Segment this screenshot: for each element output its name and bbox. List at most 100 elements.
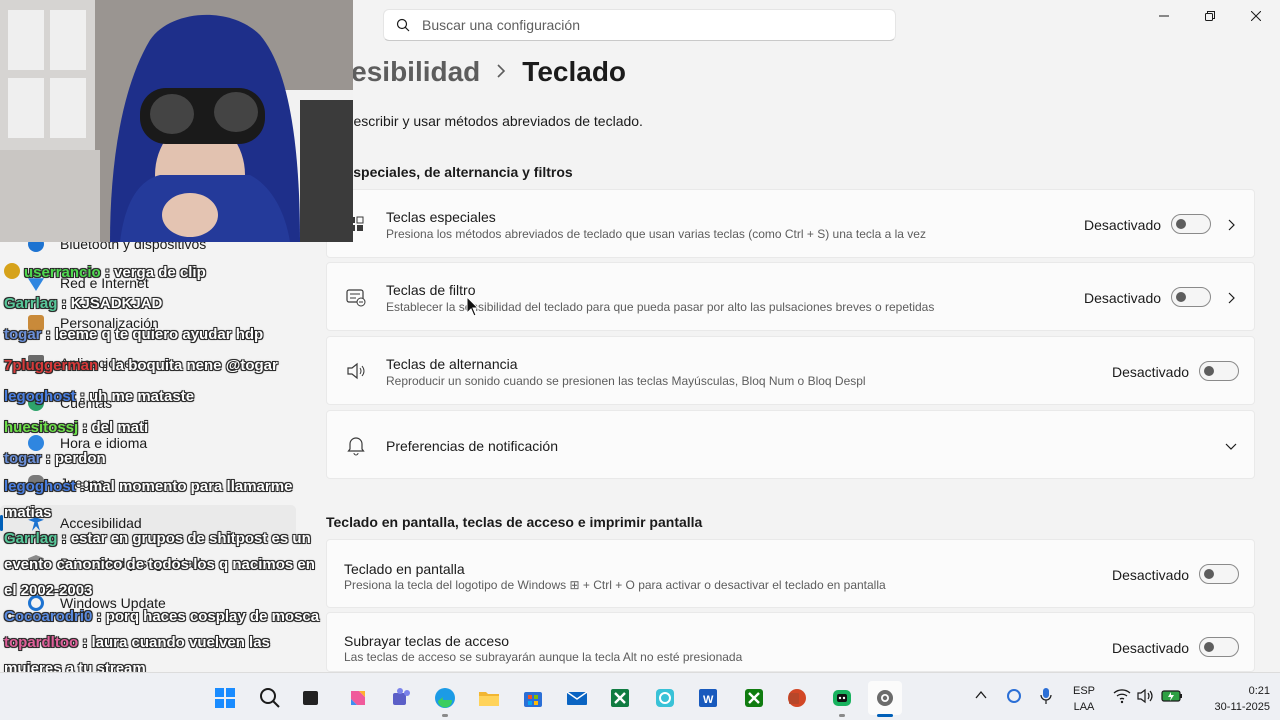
toggle-state-label: Desactivado	[1112, 640, 1190, 656]
section-title-onscreen-keyboard: Teclado en pantalla, teclas de acceso e …	[326, 514, 703, 530]
running-indicator	[442, 714, 448, 717]
start-button[interactable]	[208, 681, 242, 715]
word-icon: W	[699, 689, 717, 707]
volume-tray-button[interactable]	[1137, 688, 1155, 707]
network-tray-button[interactable]	[1113, 688, 1131, 707]
card-subtitle: Presiona la tecla del logotipo de Window…	[344, 578, 886, 592]
teams-icon	[393, 688, 410, 705]
powerpoint-button[interactable]	[780, 681, 814, 715]
breadcrumb-separator-icon	[496, 62, 506, 83]
chat-username: togar	[4, 450, 42, 467]
show-hidden-icons-button[interactable]	[974, 688, 988, 705]
toggle-state-label: Desactivado	[1084, 217, 1162, 233]
page-title: Teclado	[522, 56, 627, 87]
chat-message: Cocoarodri0 : porq haces cosplay de mosc…	[4, 604, 324, 630]
keyboard-layout-code: LAA	[1073, 701, 1095, 713]
chevron-down-icon[interactable]	[1225, 439, 1237, 451]
taskbar-clock[interactable]: 0:21 30-11-2025	[1198, 683, 1270, 715]
notification-preferences-card[interactable]: Preferencias de notificación	[326, 410, 1255, 479]
filter-keys-icon	[346, 288, 366, 306]
task-view-button[interactable]	[294, 681, 328, 715]
chat-username: Garrlag	[4, 530, 58, 547]
excel-icon	[611, 689, 629, 707]
edge-icon	[435, 688, 455, 708]
volume-icon	[1137, 688, 1153, 704]
chat-text: : perdon	[41, 450, 106, 467]
edge-button[interactable]	[428, 681, 462, 717]
card-title: Teclas de filtro	[386, 282, 476, 298]
taskbar: W ESP LAA 0:21 30-11-2025	[0, 672, 1280, 720]
taskbar-search-button[interactable]	[253, 681, 287, 715]
chat-message: Garrlag : estar en grupos de shitpost es…	[4, 526, 324, 604]
close-icon	[1251, 11, 1261, 21]
minimize-button[interactable]	[1141, 0, 1187, 32]
powerpoint-icon	[788, 689, 806, 707]
stream-chat-overlay: userrancio : verga de clip Garrlag : KJS…	[4, 257, 324, 682]
sticky-keys-toggle[interactable]	[1171, 214, 1211, 234]
mail-icon	[566, 691, 588, 705]
close-button[interactable]	[1233, 0, 1279, 32]
chat-message: 7pluggerman : la boquita nene @togar	[4, 350, 324, 381]
speaker-icon	[347, 362, 365, 379]
chat-text: : verga de clip	[100, 264, 206, 281]
store-button[interactable]	[516, 681, 550, 715]
onscreen-keyboard-card[interactable]: Teclado en pantalla Presiona la tecla de…	[326, 539, 1255, 608]
copilot-app-icon	[656, 689, 674, 707]
excel-button[interactable]	[603, 681, 637, 715]
chat-message: togar : leeme q te quiero ayudar hdp	[4, 319, 324, 350]
onscreen-keyboard-toggle[interactable]	[1199, 564, 1239, 584]
settings-button[interactable]	[868, 681, 902, 717]
copilot-button[interactable]	[341, 681, 375, 715]
chat-username: 7pluggerman	[4, 357, 99, 374]
chat-text: : la boquita nene @togar	[98, 357, 278, 374]
sync-tray-button[interactable]	[1005, 687, 1023, 708]
underline-access-keys-toggle[interactable]	[1199, 637, 1239, 657]
chat-username: topardltoo	[4, 634, 79, 651]
card-title: Preferencias de notificación	[386, 438, 558, 454]
restore-icon	[1205, 11, 1215, 21]
teams-button[interactable]	[384, 681, 418, 715]
card-title: Teclado en pantalla	[344, 561, 465, 577]
section-title-special-keys: as especiales, de alternancia y filtros	[326, 164, 573, 180]
chat-username: Garrlag	[4, 295, 58, 312]
file-explorer-button[interactable]	[472, 681, 506, 715]
card-subtitle: Presiona los métodos abreviados de tecla…	[386, 227, 926, 241]
card-title: Teclas de alternancia	[386, 356, 518, 372]
webcam-video-image	[0, 0, 353, 242]
toggle-state-label: Desactivado	[1084, 290, 1162, 306]
chat-text: : porq haces cosplay de mosca	[92, 608, 320, 625]
mail-button[interactable]	[560, 681, 594, 715]
bell-icon	[347, 436, 365, 455]
xbox-button[interactable]	[737, 681, 771, 715]
chat-text: : KJSADKJAD	[57, 295, 163, 312]
settings-icon	[877, 690, 893, 706]
chat-message: togar : perdon	[4, 443, 324, 474]
battery-tray-button[interactable]	[1161, 688, 1183, 707]
search-icon	[396, 18, 410, 32]
clock-time: 0:21	[1248, 685, 1270, 697]
game-app-button[interactable]	[825, 681, 859, 717]
copilot-app-button[interactable]	[648, 681, 682, 715]
filter-keys-toggle[interactable]	[1171, 287, 1211, 307]
sticky-keys-card[interactable]: Teclas especiales Presiona los métodos a…	[326, 189, 1255, 258]
svg-text:W: W	[703, 694, 714, 706]
underline-access-keys-card[interactable]: Subrayar teclas de acceso Las teclas de …	[326, 612, 1255, 672]
search-icon	[260, 688, 280, 708]
input-language-indicator[interactable]: ESP LAA	[1071, 683, 1097, 715]
chat-message: Garrlag : KJSADKJAD	[4, 288, 324, 319]
search-input[interactable]	[422, 17, 862, 33]
settings-search-box[interactable]	[383, 9, 896, 41]
chat-message: huesitossj : del mati	[4, 412, 324, 443]
card-subtitle: Reproducir un sonido cuando se presionen…	[386, 374, 866, 388]
chevron-up-icon	[975, 690, 987, 699]
microphone-tray-button[interactable]	[1039, 687, 1053, 708]
breadcrumb: ccesibilidad Teclado	[320, 56, 626, 88]
word-button[interactable]: W	[691, 681, 725, 715]
badge-icon	[4, 263, 20, 279]
clock-date: 30-11-2025	[1214, 701, 1270, 713]
toggle-keys-card[interactable]: Teclas de alternancia Reproducir un soni…	[326, 336, 1255, 405]
restore-button[interactable]	[1187, 0, 1233, 32]
store-icon	[524, 692, 542, 707]
card-title: Teclas especiales	[386, 209, 496, 225]
toggle-keys-toggle[interactable]	[1199, 361, 1239, 381]
